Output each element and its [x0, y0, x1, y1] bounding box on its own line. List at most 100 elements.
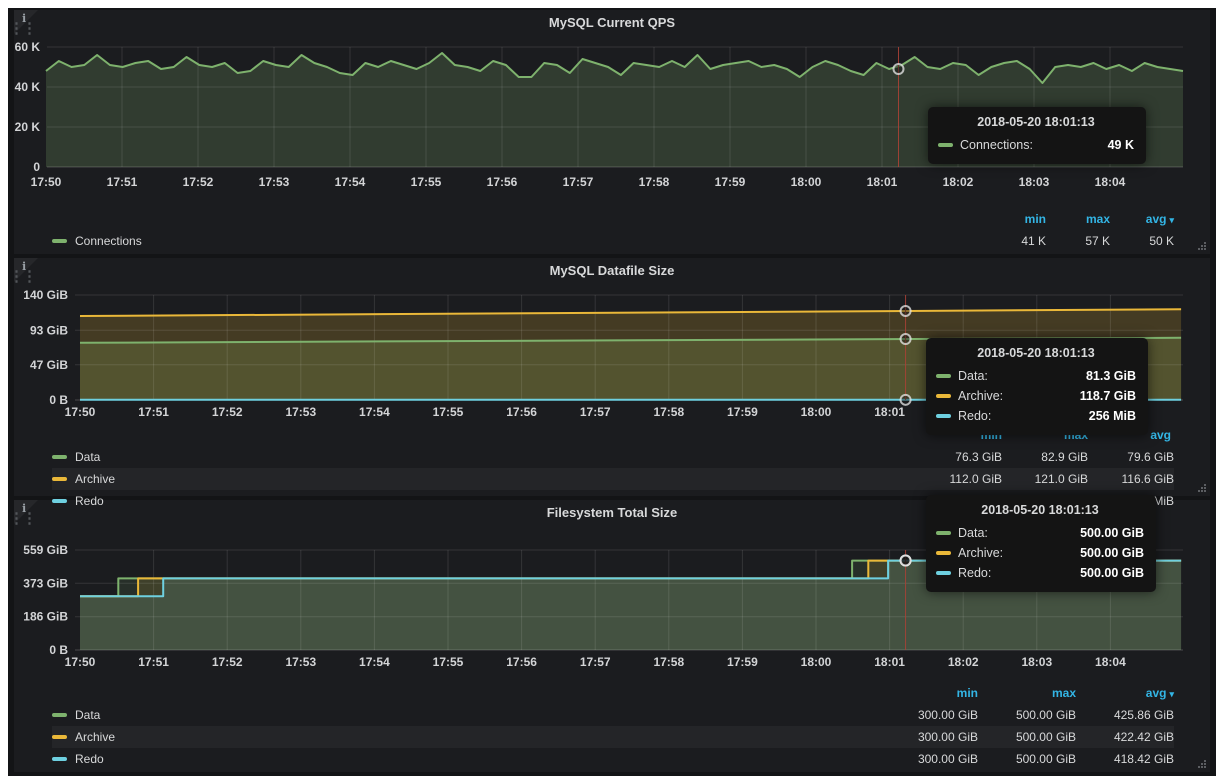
legend-max-value: 121.0 GiB [1002, 472, 1088, 486]
panel-title[interactable]: MySQL Datafile Size [14, 263, 1210, 278]
series-color-dash [936, 551, 951, 555]
chevron-down-icon: ▾ [1169, 689, 1174, 699]
svg-text:140 GiB: 140 GiB [23, 288, 68, 302]
legend-avg-value: 79.6 GiB [1088, 450, 1174, 464]
legend-avg-value: 425.86 GiB [1076, 708, 1174, 722]
svg-text:17:53: 17:53 [259, 175, 290, 189]
legend-series-toggle[interactable]: Archive [52, 730, 880, 744]
series-color-dash [52, 239, 67, 243]
chart-tooltip-filesystem: 2018-05-20 18:01:13 Data: 500.00 GiB Arc… [926, 495, 1156, 592]
tooltip-timestamp: 2018-05-20 18:01:13 [936, 346, 1136, 360]
svg-text:17:52: 17:52 [212, 405, 243, 419]
legend-row-data: Data 76.3 GiB 82.9 GiB 79.6 GiB [52, 446, 1174, 468]
svg-text:559 GiB: 559 GiB [23, 543, 68, 557]
svg-text:17:55: 17:55 [411, 175, 442, 189]
tooltip-series-value: 500.00 GiB [1080, 566, 1144, 580]
legend-row-archive: Archive 112.0 GiB 121.0 GiB 116.6 GiB [52, 468, 1174, 490]
svg-text:17:50: 17:50 [31, 175, 62, 189]
tooltip-series-value: 118.7 GiB [1080, 389, 1136, 403]
legend-min-value: 112.0 GiB [916, 472, 1002, 486]
svg-text:18:03: 18:03 [1021, 655, 1052, 669]
svg-text:47 GiB: 47 GiB [30, 358, 68, 372]
svg-text:18:01: 18:01 [867, 175, 898, 189]
tooltip-series-label: Archive: [958, 546, 1019, 560]
tooltip-series-label: Connections: [960, 138, 1049, 152]
svg-text:17:57: 17:57 [563, 175, 594, 189]
panel-resize-handle[interactable] [1197, 759, 1206, 768]
row-drag-handle[interactable]: ⋮⋮ [9, 24, 19, 54]
tooltip-row: Archive: 500.00 GiB [936, 543, 1144, 563]
svg-text:186 GiB: 186 GiB [23, 610, 68, 624]
tooltip-series-value: 81.3 GiB [1086, 369, 1136, 383]
row-drag-handle[interactable]: ⋮⋮ [9, 514, 19, 544]
series-color-dash [52, 499, 67, 503]
svg-text:17:57: 17:57 [580, 655, 611, 669]
panel-resize-handle[interactable] [1197, 241, 1206, 250]
series-color-dash [938, 143, 953, 147]
svg-text:17:54: 17:54 [359, 405, 390, 419]
svg-text:18:00: 18:00 [791, 175, 822, 189]
legend-sort-avg[interactable]: avg▾ [1076, 686, 1174, 700]
series-color-dash [52, 735, 67, 739]
tooltip-series-label: Data: [958, 369, 1004, 383]
legend-avg-value: 50 K [1110, 234, 1174, 248]
tooltip-timestamp: 2018-05-20 18:01:13 [938, 115, 1134, 129]
panel-title[interactable]: MySQL Current QPS [14, 15, 1210, 30]
tooltip-row: Redo: 256 MiB [936, 406, 1136, 426]
tooltip-series-value: 256 MiB [1089, 409, 1136, 423]
tooltip-series-value: 500.00 GiB [1080, 526, 1144, 540]
legend-series-toggle[interactable]: Data [52, 450, 916, 464]
svg-text:17:59: 17:59 [727, 655, 758, 669]
tooltip-row: Connections: 49 K [938, 135, 1134, 155]
series-color-dash [936, 394, 951, 398]
svg-text:18:04: 18:04 [1095, 175, 1126, 189]
legend-sort-max[interactable]: max [978, 686, 1076, 700]
svg-text:40 K: 40 K [15, 80, 41, 94]
svg-text:17:52: 17:52 [183, 175, 214, 189]
legend-row-data: Data 300.00 GiB 500.00 GiB 425.86 GiB [52, 704, 1174, 726]
legend: min max avg▾ Connections 41 K 57 K 50 K [52, 208, 1174, 252]
svg-text:17:54: 17:54 [359, 655, 390, 669]
chevron-down-icon: ▾ [1169, 215, 1174, 225]
panel-resize-handle[interactable] [1197, 483, 1206, 492]
series-color-dash [936, 571, 951, 575]
svg-text:18:03: 18:03 [1019, 175, 1050, 189]
legend-series-toggle[interactable]: Data [52, 708, 880, 722]
chart-tooltip-datafile: 2018-05-20 18:01:13 Data: 81.3 GiB Archi… [926, 338, 1148, 435]
svg-text:18:01: 18:01 [874, 655, 905, 669]
legend-min-value: 300.00 GiB [880, 730, 978, 744]
series-color-dash [52, 477, 67, 481]
svg-text:18:00: 18:00 [801, 405, 832, 419]
svg-text:0: 0 [33, 160, 40, 174]
legend-sort-avg[interactable]: avg▾ [1110, 212, 1174, 226]
svg-text:17:51: 17:51 [138, 655, 169, 669]
legend-sort-max[interactable]: max [1046, 212, 1110, 226]
tooltip-series-label: Redo: [958, 409, 1007, 423]
tooltip-row: Redo: 500.00 GiB [936, 563, 1144, 583]
legend-series-toggle[interactable]: Archive [52, 472, 916, 486]
legend-row-connections: Connections 41 K 57 K 50 K [52, 230, 1174, 252]
svg-text:17:54: 17:54 [335, 175, 366, 189]
legend-series-toggle[interactable]: Redo [52, 752, 880, 766]
legend-max-value: 500.00 GiB [978, 730, 1076, 744]
tooltip-series-label: Redo: [958, 566, 1007, 580]
row-drag-handle[interactable]: ⋮⋮ [9, 272, 19, 302]
legend-series-toggle[interactable]: Connections [52, 234, 982, 248]
tooltip-series-value: 500.00 GiB [1080, 546, 1144, 560]
legend-sort-min[interactable]: min [982, 212, 1046, 226]
legend-row-redo: Redo 300.00 GiB 500.00 GiB 418.42 GiB [52, 748, 1174, 770]
svg-text:17:57: 17:57 [580, 405, 611, 419]
svg-text:17:53: 17:53 [285, 405, 316, 419]
svg-text:17:58: 17:58 [653, 405, 684, 419]
legend-sort-min[interactable]: min [880, 686, 978, 700]
legend-max-value: 57 K [1046, 234, 1110, 248]
svg-text:18:02: 18:02 [948, 655, 979, 669]
series-color-dash [936, 414, 951, 418]
legend-header-row: min max avg▾ [52, 682, 1174, 704]
svg-text:373 GiB: 373 GiB [23, 576, 68, 590]
legend-avg-value: 116.6 GiB [1088, 472, 1174, 486]
svg-text:17:55: 17:55 [433, 405, 464, 419]
legend-max-value: 82.9 GiB [1002, 450, 1088, 464]
svg-text:17:55: 17:55 [433, 655, 464, 669]
svg-text:17:56: 17:56 [487, 175, 518, 189]
